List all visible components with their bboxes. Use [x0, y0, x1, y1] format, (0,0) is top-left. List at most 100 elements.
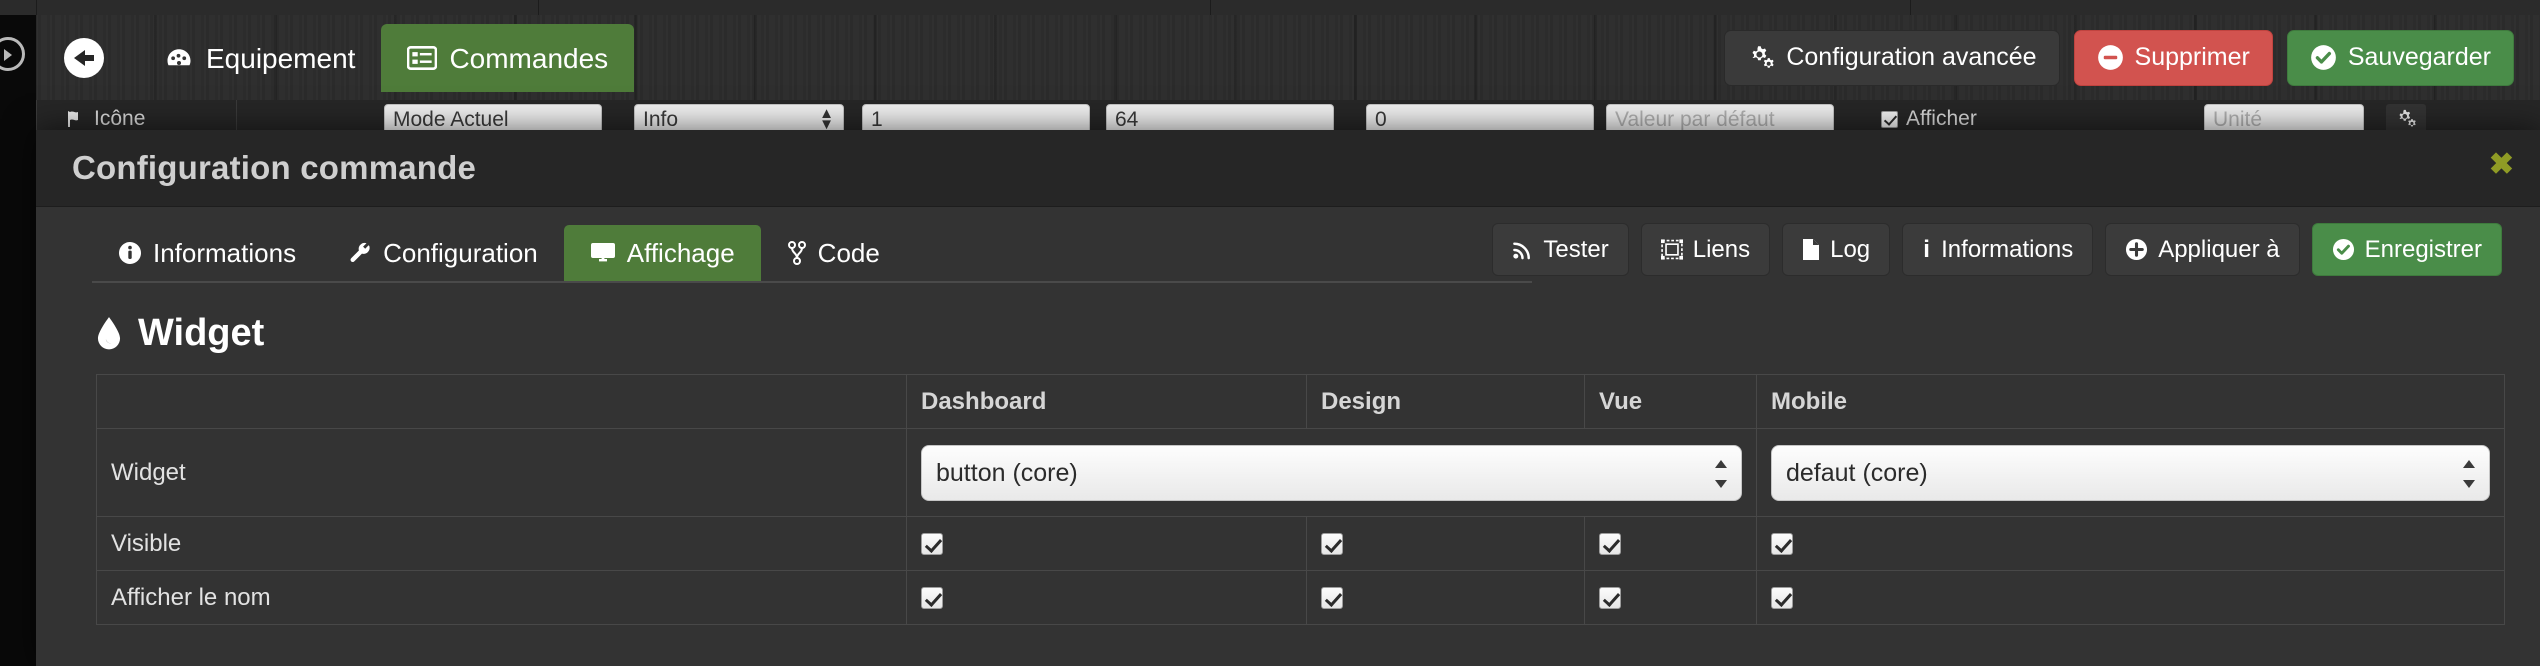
tint-icon	[96, 316, 122, 351]
check-circle-icon	[2332, 238, 2355, 261]
navbar-right-group: Configuration avancée Supprimer Sauvegar…	[1724, 15, 2514, 100]
afficher-nom-vue-checkbox[interactable]	[1599, 587, 1621, 610]
header-vue: Vue	[1584, 374, 1757, 429]
nav-tab-commandes-label: Commandes	[449, 42, 609, 74]
nav-tab-commandes[interactable]: Commandes	[381, 23, 635, 92]
modal-tabs: Informations Configuration Affichage Cod…	[92, 225, 906, 281]
modal-tabs-row: Informations Configuration Affichage Cod…	[36, 207, 2540, 293]
back-arrow-circle-icon[interactable]	[64, 37, 104, 78]
background-afficher-label: Afficher	[1906, 107, 1977, 130]
log-button[interactable]: Log	[1782, 223, 1891, 276]
modal-toolbar: Tester Liens Log i Informations Applique…	[1492, 223, 2502, 276]
wrench-icon	[348, 241, 372, 265]
modal-body: Informations Configuration Affichage Cod…	[36, 207, 2540, 666]
left-rail	[0, 15, 36, 666]
file-icon	[1802, 238, 1820, 261]
plus-circle-icon	[2125, 238, 2148, 261]
tab-code[interactable]: Code	[761, 225, 906, 281]
informations-label: Informations	[1941, 235, 2074, 263]
widget-mobile-select-value: defaut (core)	[1786, 458, 1928, 487]
header-mobile: Mobile	[1756, 374, 2505, 429]
table-row-afficher-le-nom: Afficher le nom	[96, 570, 2505, 625]
widget-mobile-select[interactable]: defaut (core)	[1771, 444, 2490, 501]
appliquer-a-button[interactable]: Appliquer à	[2105, 223, 2300, 276]
row-afficher-nom-label: Afficher le nom	[96, 570, 907, 625]
row-afficher-nom-design-cell	[1306, 570, 1585, 625]
tachometer-icon	[164, 43, 194, 73]
sauvegarder-label: Sauvegarder	[2347, 43, 2491, 71]
background-table-header-strip	[0, 0, 2540, 16]
row-visible-dashboard-cell	[906, 516, 1307, 571]
tab-informations-label: Informations	[153, 237, 297, 268]
app-screen: Equipement Commandes Configuration avanc…	[0, 0, 2540, 666]
log-label: Log	[1830, 235, 1871, 263]
visible-mobile-checkbox[interactable]	[1771, 533, 1793, 556]
header-dashboard: Dashboard	[906, 374, 1307, 429]
sidebar-toggle-icon[interactable]	[0, 37, 25, 71]
liens-button[interactable]: Liens	[1640, 223, 1771, 276]
supprimer-button[interactable]: Supprimer	[2073, 29, 2273, 86]
widget-dashboard-select[interactable]: button (core)	[921, 444, 1742, 501]
select-arrows-icon	[1715, 459, 1727, 488]
tabs-underline	[92, 281, 1532, 283]
table-row-widget: Widget button (core) defaut (core)	[96, 428, 2505, 517]
liens-label: Liens	[1692, 235, 1751, 263]
widget-table: Dashboard Design Vue Mobile Widget butto…	[96, 374, 2505, 625]
row-afficher-nom-dashboard-cell	[906, 570, 1307, 625]
rss-icon	[1512, 239, 1533, 260]
widget-table-header-row: Dashboard Design Vue Mobile	[96, 374, 2505, 429]
navbar-left-group: Equipement Commandes	[64, 15, 635, 100]
tester-button[interactable]: Tester	[1492, 223, 1629, 276]
afficher-nom-dashboard-checkbox[interactable]	[921, 587, 943, 610]
checkbox-icon	[1881, 110, 1898, 128]
modal-header: Configuration commande ✖	[36, 130, 2540, 207]
tab-informations[interactable]: Informations	[92, 225, 322, 281]
widget-dashboard-select-value: button (core)	[936, 458, 1078, 487]
configuration-avancee-button[interactable]: Configuration avancée	[1724, 29, 2060, 86]
table-row-visible: Visible	[96, 516, 2505, 571]
visible-design-checkbox[interactable]	[1321, 533, 1343, 556]
tab-configuration[interactable]: Configuration	[322, 225, 564, 281]
tab-configuration-label: Configuration	[383, 237, 538, 268]
select-arrows-icon	[2463, 459, 2475, 488]
row-widget-mobile-cell: defaut (core)	[1756, 428, 2505, 517]
row-afficher-nom-vue-cell	[1584, 570, 1757, 625]
cogs-icon	[1747, 45, 1775, 71]
tester-label: Tester	[1543, 235, 1609, 263]
afficher-nom-design-checkbox[interactable]	[1321, 587, 1343, 610]
supprimer-label: Supprimer	[2134, 43, 2250, 71]
widget-section-title: Widget	[138, 312, 265, 354]
minus-circle-icon	[2097, 44, 2124, 71]
configuration-commande-modal: Configuration commande ✖ Informations Co…	[36, 130, 2540, 666]
tab-affichage[interactable]: Affichage	[563, 225, 761, 281]
nav-tab-equipement[interactable]: Equipement	[138, 24, 381, 92]
list-alt-icon	[407, 45, 438, 71]
background-icone-label: Icône	[94, 107, 146, 130]
close-icon[interactable]: ✖	[2489, 150, 2514, 180]
tab-affichage-label: Affichage	[626, 237, 735, 268]
header-design: Design	[1306, 374, 1585, 429]
appliquer-a-label: Appliquer à	[2158, 235, 2280, 263]
info-circle-icon	[118, 241, 142, 265]
afficher-nom-mobile-checkbox[interactable]	[1771, 587, 1793, 610]
visible-vue-checkbox[interactable]	[1599, 533, 1621, 556]
check-circle-icon	[2310, 44, 2337, 71]
desktop-icon	[590, 241, 616, 265]
widget-section-heading: Widget	[96, 312, 264, 355]
tab-code-label: Code	[817, 237, 880, 268]
row-afficher-nom-mobile-cell	[1756, 570, 2505, 625]
nav-tab-equipement-label: Equipement	[206, 42, 356, 74]
row-visible-label: Visible	[96, 516, 907, 571]
enregistrer-label: Enregistrer	[2364, 235, 2482, 263]
header-blank	[96, 374, 907, 429]
sauvegarder-button[interactable]: Sauvegarder	[2286, 29, 2514, 86]
row-widget-dashboard-cell: button (core)	[906, 428, 1757, 517]
visible-dashboard-checkbox[interactable]	[921, 533, 943, 556]
object-group-icon	[1660, 239, 1683, 260]
enregistrer-button[interactable]: Enregistrer	[2311, 223, 2502, 276]
background-type-value: Info	[643, 108, 679, 131]
row-visible-vue-cell	[1584, 516, 1757, 571]
modal-title: Configuration commande	[72, 149, 477, 186]
info-icon: i	[1923, 235, 1930, 263]
informations-button[interactable]: i Informations	[1902, 223, 2094, 276]
